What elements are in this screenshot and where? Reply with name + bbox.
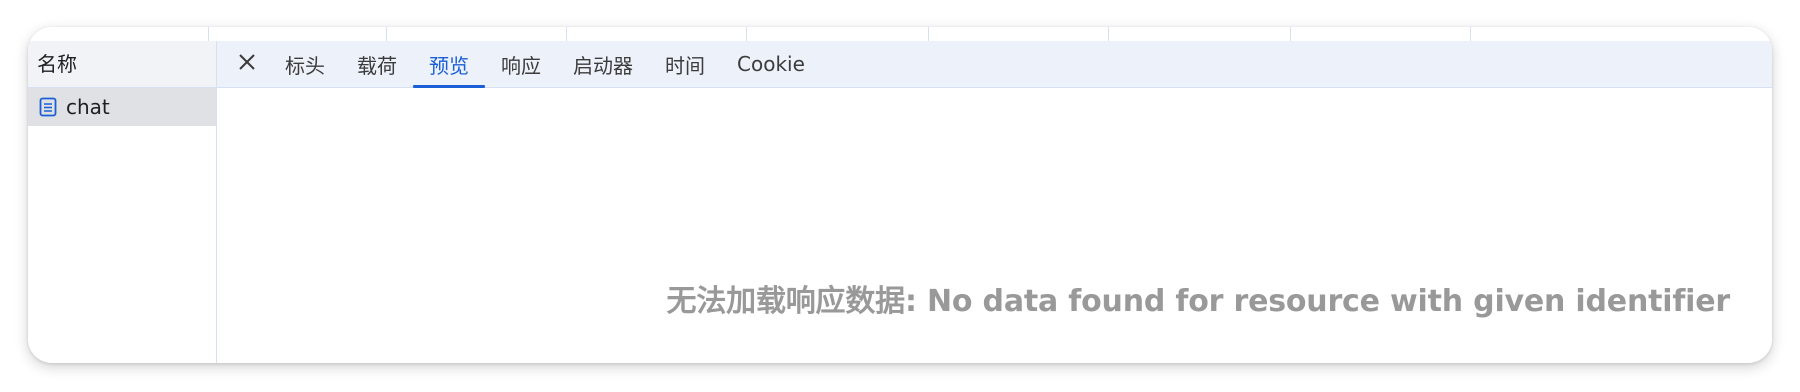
column-divider[interactable]	[746, 27, 747, 41]
column-divider[interactable]	[1108, 27, 1109, 41]
column-divider[interactable]	[1290, 27, 1291, 41]
network-column-header-strip	[28, 27, 1772, 42]
tab-cookies[interactable]: Cookie	[721, 41, 821, 87]
column-divider[interactable]	[566, 27, 567, 41]
column-divider[interactable]	[1470, 27, 1471, 41]
tab-payload[interactable]: 载荷	[341, 41, 413, 87]
close-icon	[238, 53, 256, 75]
tab-headers[interactable]: 标头	[269, 41, 341, 87]
details-tabbar: 标头 载荷 预览 响应 启动器 时间 Cookie	[217, 41, 1772, 88]
request-list-sidebar: 名称 chat	[28, 41, 217, 363]
close-details-button[interactable]	[231, 41, 263, 87]
document-icon	[38, 97, 58, 117]
name-column-header[interactable]: 名称	[28, 41, 216, 88]
request-row-chat[interactable]: chat	[28, 88, 216, 126]
tab-response[interactable]: 响应	[485, 41, 557, 87]
no-data-message: 无法加载响应数据: No data found for resource wit…	[666, 284, 1731, 319]
devtools-window: 名称 chat 标头 载荷 预览 响应 启动器 时间 Cookie 无法加载响应…	[28, 27, 1772, 363]
preview-content-area: 无法加载响应数据: No data found for resource wit…	[217, 88, 1772, 363]
column-divider[interactable]	[208, 27, 209, 41]
column-divider[interactable]	[386, 27, 387, 41]
tab-preview[interactable]: 预览	[413, 41, 485, 88]
request-details-panel: 标头 载荷 预览 响应 启动器 时间 Cookie 无法加载响应数据: No d…	[217, 41, 1772, 363]
tab-timing[interactable]: 时间	[649, 41, 721, 87]
tab-initiator[interactable]: 启动器	[557, 41, 649, 87]
column-divider[interactable]	[928, 27, 929, 41]
request-name: chat	[66, 95, 110, 119]
